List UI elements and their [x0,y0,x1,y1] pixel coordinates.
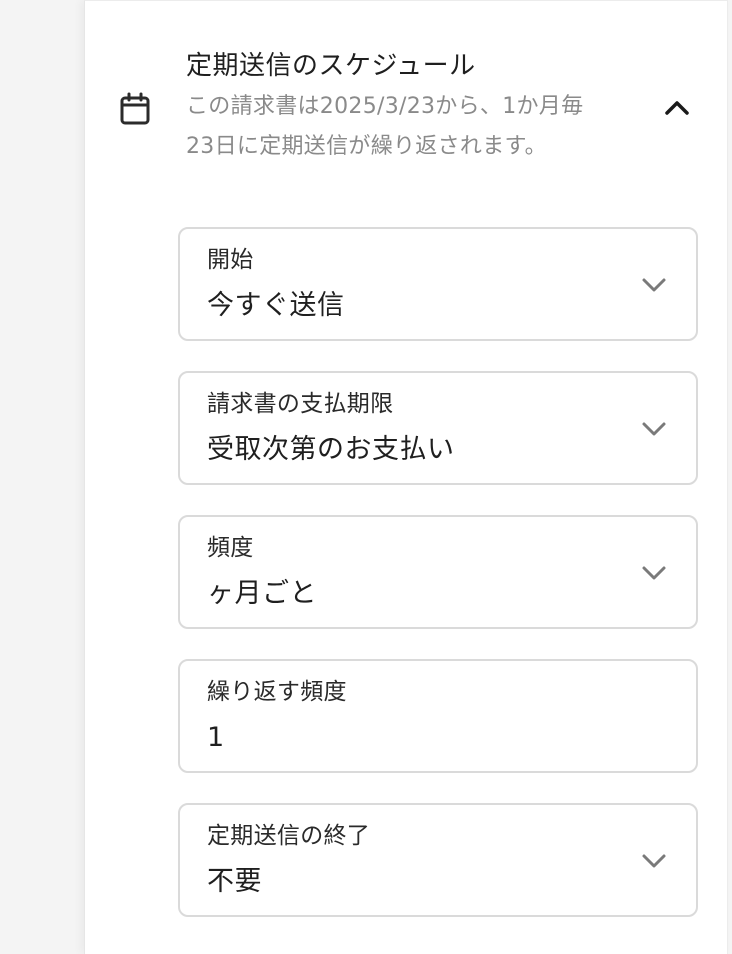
due-date-label: 請求書の支払期限 [207,391,394,417]
schedule-header-text: 定期送信のスケジュール この請求書は2025/3/23から、1か月毎 23日に定… [186,47,636,167]
schedule-description: この請求書は2025/3/23から、1か月毎 23日に定期送信が繰り返されます。 [186,87,636,167]
chevron-down-icon [640,273,668,297]
schedule-description-line1: この請求書は2025/3/23から、1か月毎 [186,94,584,119]
collapse-section-button[interactable] [659,91,695,127]
schedule-description-line2: 23日に定期送信が繰り返されます。 [186,134,547,159]
end-value: 不要 [207,866,262,897]
page: 定期送信のスケジュール この請求書は2025/3/23から、1か月毎 23日に定… [0,0,732,954]
repeat-frequency-input[interactable]: 繰り返す頻度 1 [178,659,698,773]
chevron-down-icon [640,561,668,585]
due-date-value: 受取次第のお支払い [207,434,455,465]
due-date-select[interactable]: 請求書の支払期限 受取次第のお支払い [178,371,698,485]
start-value: 今すぐ送信 [207,290,345,321]
end-label: 定期送信の終了 [207,823,371,849]
frequency-select[interactable]: 頻度 ヶ月ごと [178,515,698,629]
chevron-up-icon [663,97,691,121]
calendar-icon [119,92,151,126]
start-select[interactable]: 開始 今すぐ送信 [178,227,698,341]
frequency-value: ヶ月ごと [207,578,317,609]
schedule-panel: 定期送信のスケジュール この請求書は2025/3/23から、1か月毎 23日に定… [84,0,728,954]
repeat-frequency-label: 繰り返す頻度 [207,679,347,705]
schedule-title: 定期送信のスケジュール [186,51,476,81]
chevron-down-icon [640,417,668,441]
start-label: 開始 [207,247,254,273]
schedule-section-header: 定期送信のスケジュール この請求書は2025/3/23から、1か月毎 23日に定… [85,1,729,181]
end-select[interactable]: 定期送信の終了 不要 [178,803,698,917]
chevron-down-icon [640,849,668,873]
repeat-frequency-value: 1 [207,722,225,753]
frequency-label: 頻度 [207,535,254,561]
